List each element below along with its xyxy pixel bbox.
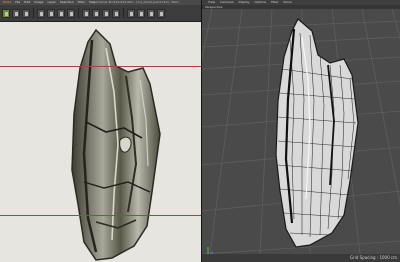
- brush-tool-button[interactable]: [92, 8, 100, 18]
- 3d-viewport[interactable]: [202, 9, 400, 254]
- texture-view-window: Mode File Edit Image Layer Selection Fil…: [0, 0, 201, 262]
- move-tool-button[interactable]: [2, 8, 10, 18]
- guide-line-bottom[interactable]: [0, 215, 201, 216]
- fill-tool-button[interactable]: [37, 8, 45, 18]
- toolbar-divider: [123, 8, 124, 18]
- channels-button[interactable]: [137, 8, 145, 18]
- grid-spacing-label: Grid Spacing : 1000 cm: [349, 255, 397, 260]
- paint-canvas[interactable]: [0, 22, 201, 262]
- guide-line-top[interactable]: [0, 66, 201, 67]
- settings-button[interactable]: [147, 8, 155, 18]
- shard-painted-render: [71, 28, 161, 261]
- paint-toolbar: [0, 5, 201, 22]
- clone-tool-button[interactable]: [102, 8, 110, 18]
- erase-tool-button[interactable]: [22, 8, 30, 18]
- app-window: Mode File Edit Image Layer Selection Fil…: [0, 0, 400, 262]
- pan-tool-button[interactable]: [82, 8, 90, 18]
- viewport-scene: [202, 9, 400, 254]
- view-button[interactable]: [157, 8, 165, 18]
- perspective-viewport-window: View Cameras Display Options Filter Pane…: [201, 0, 400, 262]
- axis-gizmo-icon: [207, 247, 214, 254]
- toolbar-divider: [33, 8, 34, 18]
- select-tool-button[interactable]: [47, 8, 55, 18]
- layers-button[interactable]: [127, 8, 135, 18]
- zoom-tool-button[interactable]: [67, 8, 75, 18]
- viewport-statusbar: Grid Spacing : 1000 cm: [202, 254, 400, 262]
- transform-tool-button[interactable]: [57, 8, 65, 18]
- paint-tool-button[interactable]: [12, 8, 20, 18]
- toolbar-divider: [78, 8, 79, 18]
- smudge-tool-button[interactable]: [112, 8, 120, 18]
